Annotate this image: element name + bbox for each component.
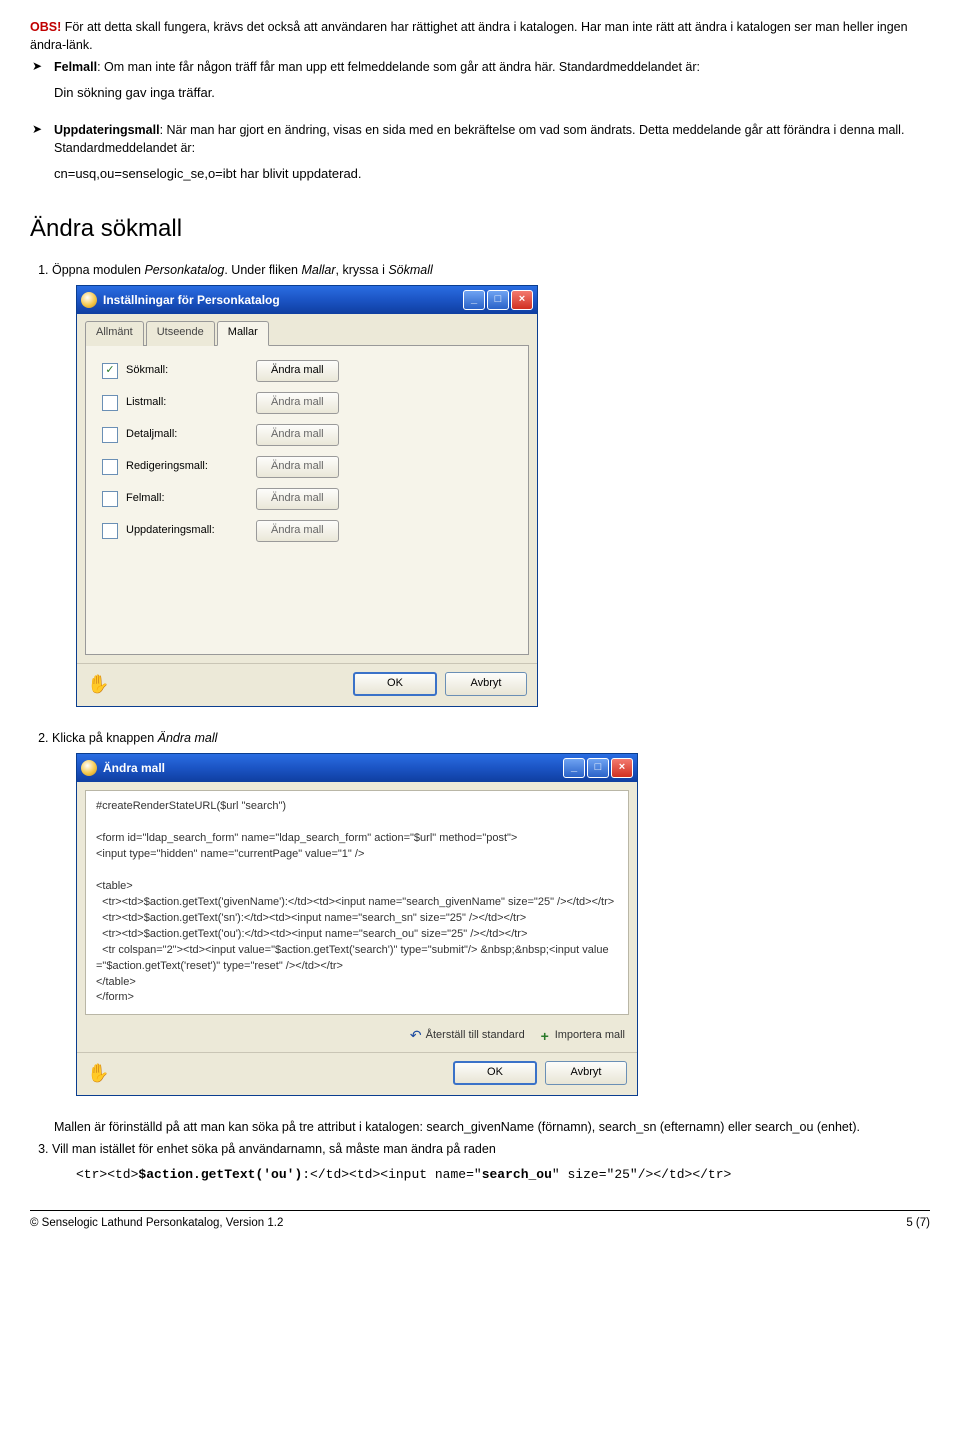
dialog-title: Inställningar för Personkatalog — [103, 292, 463, 309]
minimize-button[interactable]: _ — [463, 290, 485, 310]
checkbox[interactable] — [102, 459, 118, 475]
app-icon — [81, 292, 97, 308]
hand-icon — [87, 673, 109, 695]
close-button[interactable]: × — [611, 758, 633, 778]
tab-mallar[interactable]: Mallar — [217, 321, 269, 346]
edit-template-button: Ändra mall — [256, 424, 339, 446]
checkbox[interactable] — [102, 427, 118, 443]
step-3: Vill man istället för enhet söka på anvä… — [52, 1140, 930, 1184]
edit-template-button: Ändra mall — [256, 456, 339, 478]
uppd-text: : När man har gjort en ändring, visas en… — [54, 123, 904, 155]
footer-right: 5 (7) — [906, 1215, 930, 1232]
bullet-uppdatering: Uppdateringsmall: När man har gjort en ä… — [30, 121, 930, 157]
page-footer: © Senselogic Lathund Personkatalog, Vers… — [30, 1210, 930, 1232]
template-label: Sökmall: — [126, 363, 256, 379]
template-row: ✓ Sökmall:Ändra mall — [102, 360, 512, 382]
dialog2-links: Återställ till standard +Importera mall — [77, 1023, 637, 1052]
app-icon — [81, 760, 97, 776]
hand-icon — [87, 1062, 109, 1084]
checkbox[interactable] — [102, 523, 118, 539]
maximize-button[interactable]: □ — [587, 758, 609, 778]
edit-template-button: Ändra mall — [256, 488, 339, 510]
close-button[interactable]: × — [511, 290, 533, 310]
checkbox[interactable] — [102, 491, 118, 507]
checkbox[interactable] — [102, 395, 118, 411]
import-template-link[interactable]: +Importera mall — [539, 1025, 625, 1046]
cancel-button[interactable]: Avbryt — [445, 672, 527, 696]
ok-button[interactable]: OK — [353, 672, 437, 696]
titlebar-2: Ändra mall _ □ × — [77, 754, 637, 782]
template-row: Felmall:Ändra mall — [102, 488, 512, 510]
uppd-label: Uppdateringsmall — [54, 123, 160, 137]
template-label: Felmall: — [126, 491, 256, 507]
obs-label: OBS! — [30, 20, 61, 34]
template-label: Uppdateringsmall: — [126, 523, 256, 539]
uppd-sample: cn=usq,ou=senselogic_se,o=ibt har blivit… — [54, 165, 930, 184]
felmall-sample: Din sökning gav inga träffar. — [54, 84, 930, 103]
template-row: Uppdateringsmall:Ändra mall — [102, 520, 512, 542]
footer-left: © Senselogic Lathund Personkatalog, Vers… — [30, 1215, 283, 1232]
edit-template-dialog: Ändra mall _ □ × #createRenderStateURL($… — [76, 753, 638, 1096]
after-paragraph: Mallen är förinställd på att man kan sök… — [54, 1118, 930, 1136]
ok-button[interactable]: OK — [453, 1061, 537, 1085]
felmall-label: Felmall — [54, 60, 97, 74]
obs-text: För att detta skall fungera, krävs det o… — [30, 20, 908, 52]
edit-template-button: Ändra mall — [256, 392, 339, 414]
tab-panel: ✓Sökmall:Ändra mallListmall:Ändra mallDe… — [85, 345, 529, 655]
edit-template-button: Ändra mall — [256, 520, 339, 542]
tab-allmant[interactable]: Allmänt — [85, 321, 144, 346]
obs-paragraph: OBS! För att detta skall fungera, krävs … — [30, 18, 930, 54]
cancel-button[interactable]: Avbryt — [545, 1061, 627, 1085]
dialog2-title: Ändra mall — [103, 760, 563, 777]
step-1: Öppna modulen Personkatalog. Under flike… — [52, 261, 930, 707]
step-2: Klicka på knappen Ändra mall Ändra mall … — [52, 729, 930, 1096]
template-row: Listmall:Ändra mall — [102, 392, 512, 414]
template-row: Redigeringsmall:Ändra mall — [102, 456, 512, 478]
maximize-button[interactable]: □ — [487, 290, 509, 310]
felmall-text: : Om man inte får någon träff får man up… — [97, 60, 700, 74]
template-label: Listmall: — [126, 395, 256, 411]
settings-dialog: Inställningar för Personkatalog _ □ × Al… — [76, 285, 538, 707]
plus-icon: + — [539, 1030, 551, 1042]
reset-to-default-link[interactable]: Återställ till standard — [410, 1025, 525, 1046]
code-sample: <tr><td>$action.getText('ou'):</td><td><… — [76, 1165, 930, 1185]
template-row: Detaljmall:Ändra mall — [102, 424, 512, 446]
bullet-felmall: Felmall: Om man inte får någon träff får… — [30, 58, 930, 76]
edit-template-button[interactable]: Ändra mall — [256, 360, 339, 382]
minimize-button[interactable]: _ — [563, 758, 585, 778]
tab-utseende[interactable]: Utseende — [146, 321, 215, 346]
titlebar: Inställningar för Personkatalog _ □ × — [77, 286, 537, 314]
template-label: Redigeringsmall: — [126, 459, 256, 475]
template-label: Detaljmall: — [126, 427, 256, 443]
tab-bar: Allmänt Utseende Mallar — [77, 314, 537, 345]
checkbox[interactable]: ✓ — [102, 363, 118, 379]
undo-icon — [410, 1025, 422, 1046]
template-code-editor[interactable]: #createRenderStateURL($url "search") <fo… — [85, 790, 629, 1015]
heading-andra-sokmall: Ändra sökmall — [30, 212, 930, 247]
